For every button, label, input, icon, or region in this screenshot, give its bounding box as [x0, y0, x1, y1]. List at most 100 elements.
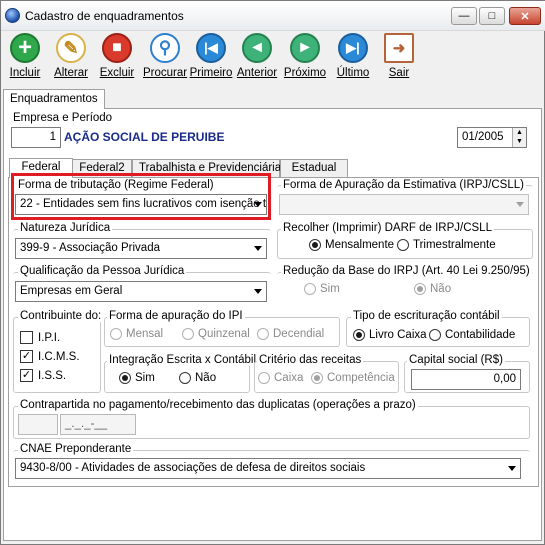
chevron-down-icon [254, 289, 262, 294]
previous-icon: ◄ [242, 33, 272, 63]
period-input[interactable]: 01/2005 ▲ ▼ [457, 127, 527, 148]
proximo-button[interactable]: ► Próximo [283, 32, 327, 80]
radio-dot [258, 372, 270, 384]
ipi-mensal-radio[interactable]: Mensal [110, 328, 163, 340]
empresa-name: AÇÃO SOCIAL DE PERUIBE [64, 130, 225, 144]
primeiro-label: Primeiro [189, 67, 233, 79]
capital-input[interactable]: 0,00 [411, 369, 521, 390]
ipi-checkbox[interactable]: I.P.I. [20, 331, 60, 344]
radio-label: Quinzenal [198, 328, 250, 340]
check-icon: ✓ [20, 350, 33, 363]
apuracao-ipi-label: Forma de apuração do IPI [107, 310, 245, 322]
anterior-label: Anterior [236, 67, 278, 79]
checkbox-box [20, 331, 33, 344]
maximize-button[interactable]: □ [479, 7, 505, 25]
estimativa-select[interactable] [279, 194, 529, 215]
natureza-value: 399-9 - Associação Privada [20, 242, 160, 254]
incluir-button[interactable]: + Incluir [3, 32, 47, 80]
reducao-label: Redução da Base do IRPJ (Art. 40 Lei 9.2… [281, 265, 532, 277]
cnae-label: CNAE Preponderante [18, 443, 134, 455]
cnae-value: 9430-8/00 - Atividades de associações de… [20, 462, 366, 474]
checkbox-label: I.P.I. [38, 331, 61, 344]
radio-dot [257, 328, 269, 340]
livro-caixa-radio[interactable]: Livro Caixa [353, 329, 427, 341]
app-icon [5, 8, 20, 23]
procurar-button[interactable]: ⚲ Procurar [143, 32, 187, 80]
radio-dot [311, 372, 323, 384]
integracao-nao-radio[interactable]: Não [179, 372, 216, 384]
period-spinner[interactable]: ▲ ▼ [512, 128, 526, 147]
integracao-label: Integração Escrita x Contábil [107, 354, 259, 366]
primeiro-button[interactable]: |◀ Primeiro [189, 32, 233, 80]
contrapartida-code-input[interactable] [18, 414, 58, 435]
estimativa-label: Forma de Apuração da Estimativa (IRPJ/CS… [281, 179, 526, 191]
checkbox-label: I.C.M.S. [38, 350, 80, 363]
close-button[interactable]: ✕ [509, 7, 541, 25]
cnae-select[interactable]: 9430-8/00 - Atividades de associações de… [15, 458, 521, 479]
radio-dot [304, 283, 316, 295]
ipi-decendial-radio[interactable]: Decendial [257, 328, 324, 340]
contabilidade-radio[interactable]: Contabilidade [429, 329, 515, 341]
first-record-icon: |◀ [196, 33, 226, 63]
radio-label: Competência [327, 372, 395, 384]
radio-dot [397, 239, 409, 251]
empresa-code-input[interactable]: 1 [11, 127, 61, 148]
sair-label: Sair [388, 67, 410, 79]
period-value: 01/2005 [462, 131, 504, 143]
excluir-button[interactable]: ■ Excluir [95, 32, 139, 80]
minimize-button[interactable]: — [451, 7, 477, 25]
chevron-down-icon [254, 246, 262, 251]
iss-checkbox[interactable]: ✓ I.S.S. [20, 369, 66, 382]
checkbox-label: I.S.S. [38, 369, 67, 382]
icms-checkbox[interactable]: ✓ I.C.M.S. [20, 350, 80, 363]
plus-icon: + [10, 33, 40, 63]
pencil-icon: ✎ [56, 33, 86, 63]
radio-dot [179, 372, 191, 384]
ipi-quinzenal-radio[interactable]: Quinzenal [182, 328, 250, 340]
title-bar: Cadastro de enquadramentos — □ ✕ [1, 1, 545, 31]
anterior-button[interactable]: ◄ Anterior [235, 32, 279, 80]
radio-label: Trimestralmente [413, 239, 496, 251]
contrapartida-account-input[interactable]: _._._-__ [60, 414, 136, 435]
empresa-label: Empresa e Período [11, 112, 115, 124]
radio-dot [353, 329, 365, 341]
radio-dot [309, 239, 321, 251]
radio-dot [182, 328, 194, 340]
radio-label: Mensal [126, 328, 164, 340]
sair-button[interactable]: ➜ Sair [377, 32, 421, 80]
radio-label: Não [195, 372, 217, 384]
criterio-caixa-radio[interactable]: Caixa [258, 372, 303, 384]
procurar-label: Procurar [143, 67, 188, 79]
natureza-select[interactable]: 399-9 - Associação Privada [15, 238, 267, 259]
search-icon: ⚲ [150, 33, 180, 63]
alterar-button[interactable]: ✎ Alterar [49, 32, 93, 80]
ultimo-button[interactable]: ▶| Último [331, 32, 375, 80]
recolher-label: Recolher (Imprimir) DARF de IRPJ/CSLL [281, 222, 494, 234]
reducao-nao-radio[interactable]: Não [414, 283, 451, 295]
trash-icon: ■ [102, 33, 132, 63]
radio-label: Contabilidade [445, 329, 516, 341]
radio-label: Sim [135, 372, 155, 384]
radio-label: Caixa [274, 372, 304, 384]
radio-label: Não [430, 283, 452, 295]
tab-estadual[interactable]: Estadual [280, 159, 348, 177]
radio-dot [110, 328, 122, 340]
proximo-label: Próximo [283, 67, 327, 79]
recolher-mensalmente-radio[interactable]: Mensalmente [309, 239, 394, 251]
radio-dot [119, 372, 131, 384]
qualificacao-select[interactable]: Empresas em Geral [15, 281, 267, 302]
chevron-down-icon [508, 466, 516, 471]
radio-label: Mensalmente [325, 239, 395, 251]
excluir-label: Excluir [99, 67, 135, 79]
contribuinte-label: Contribuinte do: [18, 310, 104, 322]
criterio-competencia-radio[interactable]: Competência [311, 372, 395, 384]
qualificacao-value: Empresas em Geral [20, 285, 123, 297]
escrituracao-label: Tipo de escrituração contábil [351, 310, 502, 322]
reducao-sim-radio[interactable]: Sim [304, 283, 340, 295]
integracao-sim-radio[interactable]: Sim [119, 372, 155, 384]
next-icon: ► [290, 33, 320, 63]
tab-enquadramentos[interactable]: Enquadramentos [3, 89, 105, 109]
recolher-trimestralmente-radio[interactable]: Trimestralmente [397, 239, 496, 251]
radio-label: Decendial [273, 328, 325, 340]
check-icon: ✓ [20, 369, 33, 382]
